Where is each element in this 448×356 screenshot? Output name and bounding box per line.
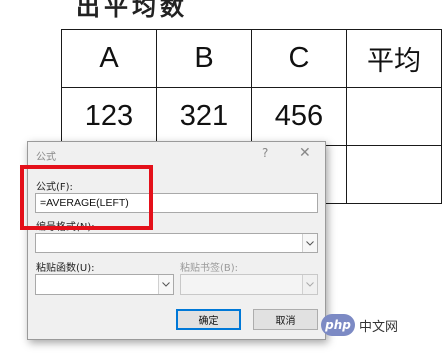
ok-button[interactable]: 确定 [176,309,241,330]
number-format-select[interactable] [35,233,318,253]
table-cell[interactable]: C [251,29,347,88]
paste-function-label: 粘贴函数(U): [36,263,95,274]
watermark: php 中文网 [321,313,441,337]
table-cell[interactable]: B [156,29,252,88]
paste-bookmark-select [180,274,318,295]
table-cell[interactable] [346,145,442,204]
chevron-down-icon [302,275,317,294]
document-heading-fragment: 出平均数 [76,0,188,21]
watermark-text: 中文网 [359,319,399,335]
cancel-button[interactable]: 取消 [253,309,318,330]
dialog-title: 公式 [36,152,56,163]
table-cell[interactable]: A [61,29,157,88]
paste-function-select[interactable] [35,274,174,295]
php-logo-icon: php [321,314,355,336]
table-cell[interactable]: 平均 [346,29,442,88]
highlight-annotation [20,165,153,230]
table-row: 123 321 456 [61,87,442,146]
table-cell[interactable]: 123 [61,87,157,146]
close-icon[interactable]: ✕ [299,145,311,161]
table-row: A B C 平均 [61,29,442,88]
chevron-down-icon[interactable] [302,234,317,252]
chevron-down-icon[interactable] [158,275,173,294]
table-cell[interactable]: 456 [251,87,347,146]
table-cell[interactable]: 321 [156,87,252,146]
help-button[interactable]: ? [262,146,268,160]
paste-bookmark-label: 粘贴书签(B): [180,263,239,274]
table-cell[interactable] [346,87,442,146]
